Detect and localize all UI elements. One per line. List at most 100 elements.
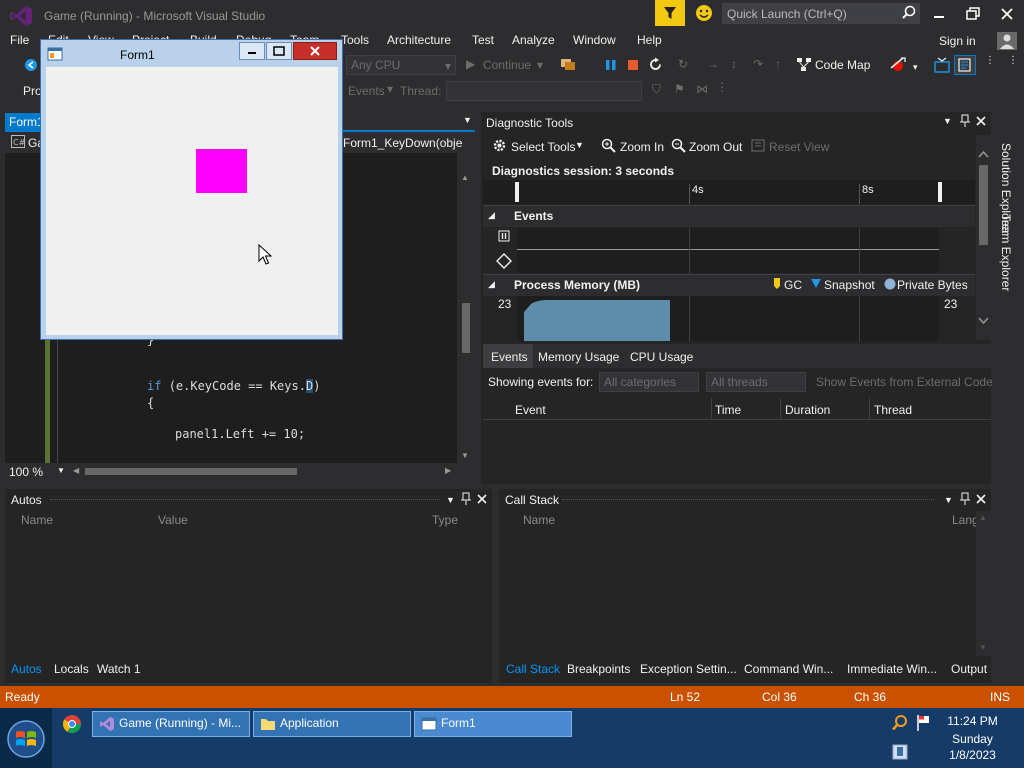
chevron-down-icon[interactable]: ▼ [943,116,952,126]
autos-col-name[interactable]: Name [21,513,53,527]
sign-in-link[interactable]: Sign in [939,34,976,48]
editor-horizontal-scrollbar[interactable]: 100 % ▼ ◀ ▶ [5,463,475,481]
solution-view-toggle-icon[interactable] [954,55,976,75]
chevron-down-icon[interactable]: ▼ [944,495,953,505]
tab-command-window[interactable]: Command Win... [744,662,833,676]
step-back-icon[interactable]: ↑ [775,57,781,71]
menu-file[interactable]: File [10,33,29,47]
chevron-down-icon[interactable]: ▾ [537,58,543,72]
toolbar-overflow-icon[interactable]: ⋮ [985,55,995,66]
close-icon[interactable] [975,493,987,508]
callstack-col-name[interactable]: Name [523,513,555,527]
menu-window[interactable]: Window [573,33,616,47]
break-all-pause-icon[interactable] [605,59,617,74]
tab-events[interactable]: Events [491,350,528,364]
tab-watch1[interactable]: Watch 1 [97,662,141,676]
tab-breakpoints[interactable]: Breakpoints [567,662,630,676]
platform-dropdown[interactable]: Any CPU ▾ [346,55,456,75]
menu-analyze[interactable]: Analyze [512,33,555,47]
events-track[interactable] [517,228,939,273]
show-next-statement-icon[interactable]: ↻ [678,57,688,71]
form1-minimize-icon[interactable] [239,42,265,60]
tab-locals[interactable]: Locals [54,662,89,676]
quick-launch-input[interactable]: Quick Launch (Ctrl+Q) [722,3,920,24]
taskbar-form1[interactable]: Form1 [414,711,572,737]
step-into-icon[interactable]: → [707,57,719,71]
clock-day[interactable]: Sunday [935,732,1010,746]
chevron-down-icon[interactable]: ▼ [57,466,65,475]
code-map-button[interactable]: Code Map [815,58,870,72]
step-out-icon[interactable]: ↷ [753,57,763,71]
minimize-icon[interactable] [931,6,947,22]
navigate-back-icon[interactable] [24,58,38,75]
toolbar-overflow-icon[interactable]: ⋮ [716,80,728,94]
scroll-down-icon[interactable]: ▼ [979,643,987,652]
col-duration[interactable]: Duration [785,403,830,417]
filter-icon[interactable]: ⛉ [652,82,661,97]
autos-col-type[interactable]: Type [432,513,458,527]
tab-cpu-usage[interactable]: CPU Usage [630,350,693,364]
chevron-down-icon[interactable]: ▼ [575,140,584,150]
timeline-right-handle[interactable] [938,182,942,202]
pin-icon[interactable] [959,114,971,131]
tab-exception-settings[interactable]: Exception Settin... [640,662,737,676]
menu-help[interactable]: Help [637,33,662,47]
stack-frame-icon[interactable]: ⋈ [696,82,708,96]
clock-time[interactable]: 11:24 PM [935,714,1010,728]
threads-dropdown[interactable]: All threads [706,372,806,392]
scroll-up-icon[interactable]: ▲ [979,513,987,522]
process-icon[interactable] [560,57,576,74]
continue-button[interactable]: Continue [483,58,531,72]
layout-icon[interactable] [934,57,950,76]
scroll-right-icon[interactable]: ▶ [445,466,451,475]
chevron-up-icon[interactable] [978,147,989,161]
diagnostic-scrollbar[interactable] [976,135,991,340]
feedback-filter-icon[interactable] [655,0,685,26]
menu-architecture[interactable]: Architecture [387,33,451,47]
form1-maximize-icon[interactable] [266,42,292,60]
scroll-down-icon[interactable]: ▼ [461,451,469,460]
team-explorer-tab[interactable]: Team Explorer [999,214,1013,291]
scroll-up-icon[interactable]: ▲ [461,173,469,182]
member-dropdown[interactable]: Form1_KeyDown(obje [343,136,462,150]
scrollbar-thumb[interactable] [462,303,470,353]
send-feedback-smiley-icon[interactable] [695,4,713,22]
flag-threads-icon[interactable]: ⚑ [674,82,685,96]
reset-view-button[interactable]: Reset View [769,140,829,154]
avatar[interactable] [997,32,1017,50]
tab-call-stack[interactable]: Call Stack [506,662,560,676]
collapse-triangle-icon[interactable]: ◢ [488,279,495,290]
start-button[interactable] [0,708,52,768]
network-icon[interactable] [892,744,908,763]
panel1-magenta-square[interactable] [196,149,247,193]
thread-dropdown[interactable] [446,81,642,101]
scrollbar-thumb[interactable] [979,165,988,245]
chevron-down-icon[interactable]: ▼ [463,115,472,125]
clock-date[interactable]: 1/8/2023 [935,748,1010,762]
categories-dropdown[interactable]: All categories [599,372,699,392]
zoom-out-button[interactable]: Zoom Out [689,140,742,154]
events-section-header[interactable] [483,205,975,227]
zoom-in-icon[interactable] [601,138,616,156]
col-time[interactable]: Time [715,403,741,417]
action-center-flag-icon[interactable] [914,713,932,736]
chevron-down-icon[interactable]: ▼ [446,495,455,505]
chevron-down-icon[interactable] [978,313,989,327]
reset-view-icon[interactable] [751,138,766,156]
menu-tools[interactable]: Tools [341,33,369,47]
form1-close-icon[interactable] [293,42,337,60]
col-event[interactable]: Event [515,403,546,417]
editor-vertical-scrollbar[interactable]: ▲ ▼ [458,153,474,463]
zoom-level[interactable]: 100 % [9,465,43,479]
tab-autos[interactable]: Autos [11,662,42,676]
select-tools-button[interactable]: Select Tools [511,140,575,154]
zoom-in-button[interactable]: Zoom In [620,140,664,154]
chrome-icon[interactable] [62,714,82,737]
code-map-icon[interactable] [796,57,812,75]
show-external-code-checkbox[interactable]: Show Events from External Code [816,375,993,389]
timeline-left-handle[interactable] [515,182,519,202]
continue-play-icon[interactable]: ▶ [466,57,475,71]
document-tab-form1[interactable]: Form1 [5,113,44,131]
tab-output[interactable]: Output [951,662,987,676]
callstack-scrollbar[interactable]: ▲ ▼ [976,511,991,656]
